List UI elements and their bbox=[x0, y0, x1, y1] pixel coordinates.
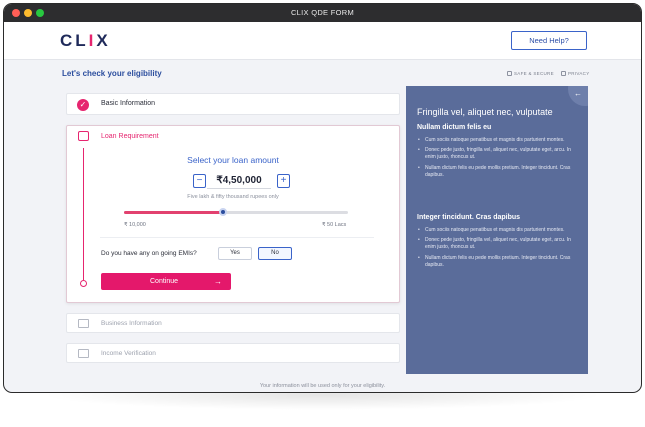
section-divider bbox=[100, 237, 374, 238]
loan-amount-input[interactable]: ₹4,50,000 bbox=[207, 173, 271, 189]
decrease-amount-button[interactable]: − bbox=[193, 174, 206, 188]
slider-max-label: ₹ 50 Lacs bbox=[322, 222, 347, 228]
increase-amount-button[interactable]: + bbox=[277, 174, 290, 188]
need-help-button[interactable]: Need Help? bbox=[511, 31, 587, 50]
clix-logo: CLIX bbox=[60, 31, 111, 50]
continue-label: Continue bbox=[150, 278, 179, 285]
step-business-information[interactable]: Business Information bbox=[66, 313, 400, 333]
page-title: Let's check your eligibility bbox=[62, 69, 162, 78]
app-window: CLIX QDE FORM CLIX Need Help? Let's chec… bbox=[3, 3, 642, 393]
info-panel-title: Fringilla vel, aliquet nec, vulputate bbox=[417, 107, 553, 117]
info-section-heading: Nullam dictum felis eu bbox=[417, 124, 492, 131]
step-progress-line bbox=[83, 148, 84, 280]
arrow-left-icon[interactable]: ← bbox=[574, 89, 582, 98]
privacy-link[interactable]: PRIVACY bbox=[561, 71, 590, 76]
footer-note: Your information will be used only for y… bbox=[259, 383, 386, 389]
step-basic-label: Basic Information bbox=[101, 100, 156, 107]
list-item: Nullam dictum felis eu pede mollis preti… bbox=[417, 165, 582, 179]
step-income-verification[interactable]: Income Verification bbox=[66, 343, 400, 363]
emi-yes-button[interactable]: Yes bbox=[218, 247, 252, 260]
continue-button[interactable]: Continue → bbox=[101, 273, 231, 290]
list-item: Cum sociis natoque penatibus et magnis d… bbox=[417, 227, 582, 234]
info-list: Cum sociis natoque penatibus et magnis d… bbox=[417, 137, 582, 182]
emi-no-button[interactable]: No bbox=[258, 247, 292, 260]
app-header: CLIX Need Help? bbox=[4, 22, 641, 60]
slider-fill bbox=[124, 211, 223, 214]
info-list: Cum sociis natoque penatibus et magnis d… bbox=[417, 227, 582, 272]
shield-icon bbox=[507, 71, 512, 76]
loan-user-icon bbox=[78, 131, 89, 141]
info-section-heading: Integer tincidunt. Cras dapibus bbox=[417, 214, 521, 221]
slider-min-label: ₹ 10,000 bbox=[124, 222, 146, 228]
loan-amount-slider[interactable] bbox=[124, 208, 348, 216]
briefcase-icon bbox=[78, 319, 89, 328]
info-panel: ← Fringilla vel, aliquet nec, vulputate … bbox=[406, 86, 588, 374]
lock-icon bbox=[561, 71, 566, 76]
title-bar: CLIX QDE FORM bbox=[4, 4, 641, 22]
window-title: CLIX QDE FORM bbox=[290, 8, 355, 17]
step-loan-requirement: Loan Requirement Select your loan amount… bbox=[66, 125, 400, 303]
list-item: Cum sociis natoque penatibus et magnis d… bbox=[417, 137, 582, 144]
step-business-label: Business Information bbox=[101, 320, 162, 327]
emi-question: Do you have any on going EMIs? bbox=[101, 250, 197, 257]
slider-handle[interactable] bbox=[218, 208, 227, 216]
safe-secure-badge: SAFE & SECURE bbox=[507, 71, 554, 76]
step-loan-label: Loan Requirement bbox=[101, 133, 159, 140]
amount-in-words: Five lakh & fifty thousand rupees only bbox=[187, 194, 279, 200]
screenshot-stage: CLIX QDE FORM CLIX Need Help? Let's chec… bbox=[0, 0, 645, 427]
step-basic-information[interactable]: ✓ Basic Information bbox=[66, 93, 400, 115]
document-icon bbox=[78, 349, 89, 358]
step-income-label: Income Verification bbox=[101, 350, 156, 357]
list-item: Donec pede justo, fringilla vel, aliquet… bbox=[417, 147, 582, 161]
list-item: Nullam dictum felis eu pede mollis preti… bbox=[417, 255, 582, 269]
step-progress-end-dot bbox=[80, 280, 87, 287]
loan-amount-heading: Select your loan amount bbox=[187, 155, 279, 165]
arrow-right-icon: → bbox=[214, 277, 222, 286]
check-icon: ✓ bbox=[77, 99, 89, 111]
list-item: Donec pede justo, fringilla vel, aliquet… bbox=[417, 237, 582, 251]
